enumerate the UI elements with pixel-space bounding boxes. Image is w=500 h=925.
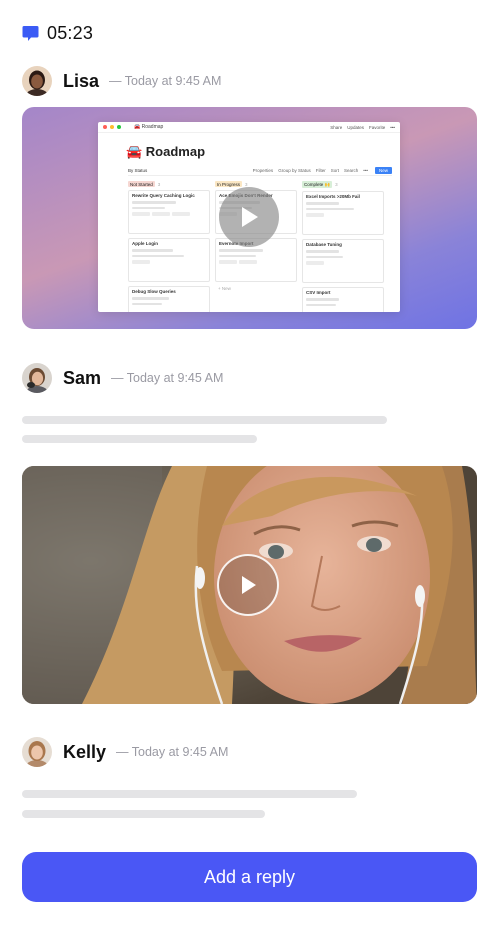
message-header-kelly: Kelly — Today at 9:45 AM — [22, 737, 228, 767]
card-title: Database Tuning — [306, 242, 342, 247]
author-name: Sam — [63, 367, 102, 388]
board-card: Database Tuning — [302, 239, 384, 283]
more-link: ••• — [390, 124, 395, 130]
card-title: Debug Slow Queries — [132, 289, 176, 294]
share-link: Share — [330, 124, 343, 130]
card-title: CSV Import — [306, 290, 331, 295]
message-header-lisa: Lisa — Today at 9:45 AM — [22, 66, 221, 96]
column-label: Complete 🙌 — [302, 181, 333, 188]
board-card: Debug Slow Queries — [128, 286, 210, 312]
avatar[interactable] — [22, 737, 52, 767]
add-reply-button[interactable]: Add a reply — [22, 852, 477, 902]
status-bar: 05:23 — [22, 22, 93, 44]
text-placeholder-line — [22, 416, 387, 424]
play-button[interactable] — [219, 187, 279, 247]
board-column: Not Started 3 Rewrite Query Caching Logic… — [128, 181, 210, 312]
column-count: 3 — [157, 181, 161, 187]
play-icon — [242, 576, 256, 594]
column-label: In Progress — [215, 181, 243, 187]
card-title: Excel Imports >20Mb Fail — [306, 194, 360, 199]
new-button: New — [374, 167, 392, 174]
board-card: Excel Imports >20Mb Fail — [302, 191, 384, 235]
timestamp: — Today at 9:45 AM — [116, 745, 229, 759]
updates-link: Updates — [347, 124, 364, 130]
board-card: Rewrite Query Caching Logic — [128, 190, 210, 234]
toolbar-sort: Sort — [330, 168, 339, 173]
toolbar-filter: Filter — [315, 168, 326, 173]
column-count: 3 — [335, 182, 338, 187]
app-titlebar: 🚘 Roadmap Share Updates Favorite ••• — [98, 122, 400, 133]
avatar[interactable] — [22, 66, 52, 96]
toolbar-more: ••• — [363, 168, 368, 173]
video-preview-card[interactable]: 🚘 Roadmap Share Updates Favorite ••• 🚘 R… — [22, 107, 477, 329]
chat-bubble-icon — [22, 25, 39, 41]
card-title: Apple Login — [132, 241, 158, 246]
avatar[interactable] — [22, 363, 52, 393]
text-placeholder-line — [22, 435, 257, 443]
column-count: 3 — [245, 181, 248, 187]
toolbar-properties: Properties — [252, 168, 274, 173]
view-toolbar: By Status Properties Group by Status Fil… — [128, 167, 392, 176]
video-card[interactable] — [22, 466, 477, 704]
toolbar-search: Search — [343, 168, 359, 173]
message-header-sam: Sam — Today at 9:45 AM — [22, 363, 223, 393]
card-title: Rewrite Query Caching Logic — [132, 193, 195, 198]
status-time: 05:23 — [47, 22, 94, 43]
play-button[interactable] — [217, 554, 279, 616]
board-card: Apple Login — [128, 238, 210, 282]
author-name: Lisa — [63, 70, 100, 91]
page-title: 🚘 Roadmap — [126, 144, 206, 159]
play-icon — [242, 207, 258, 227]
view-selector: By Status — [128, 168, 148, 173]
text-placeholder-line — [22, 790, 357, 798]
toolbar-group: Group by Status — [278, 168, 311, 173]
breadcrumb: 🚘 Roadmap — [134, 124, 164, 130]
timestamp: — Today at 9:45 AM — [111, 371, 224, 385]
board-column: Complete 🙌 3 Excel Imports >20Mb Fail Dat… — [302, 181, 384, 312]
timestamp: — Today at 9:45 AM — [109, 74, 222, 88]
text-placeholder-line — [22, 810, 265, 818]
author-name: Kelly — [63, 741, 107, 762]
board-card: CSV Import — [302, 287, 384, 312]
column-label: Not Started — [128, 181, 155, 187]
favorite-link: Favorite — [369, 124, 386, 130]
new-card-link: + New — [218, 286, 231, 291]
